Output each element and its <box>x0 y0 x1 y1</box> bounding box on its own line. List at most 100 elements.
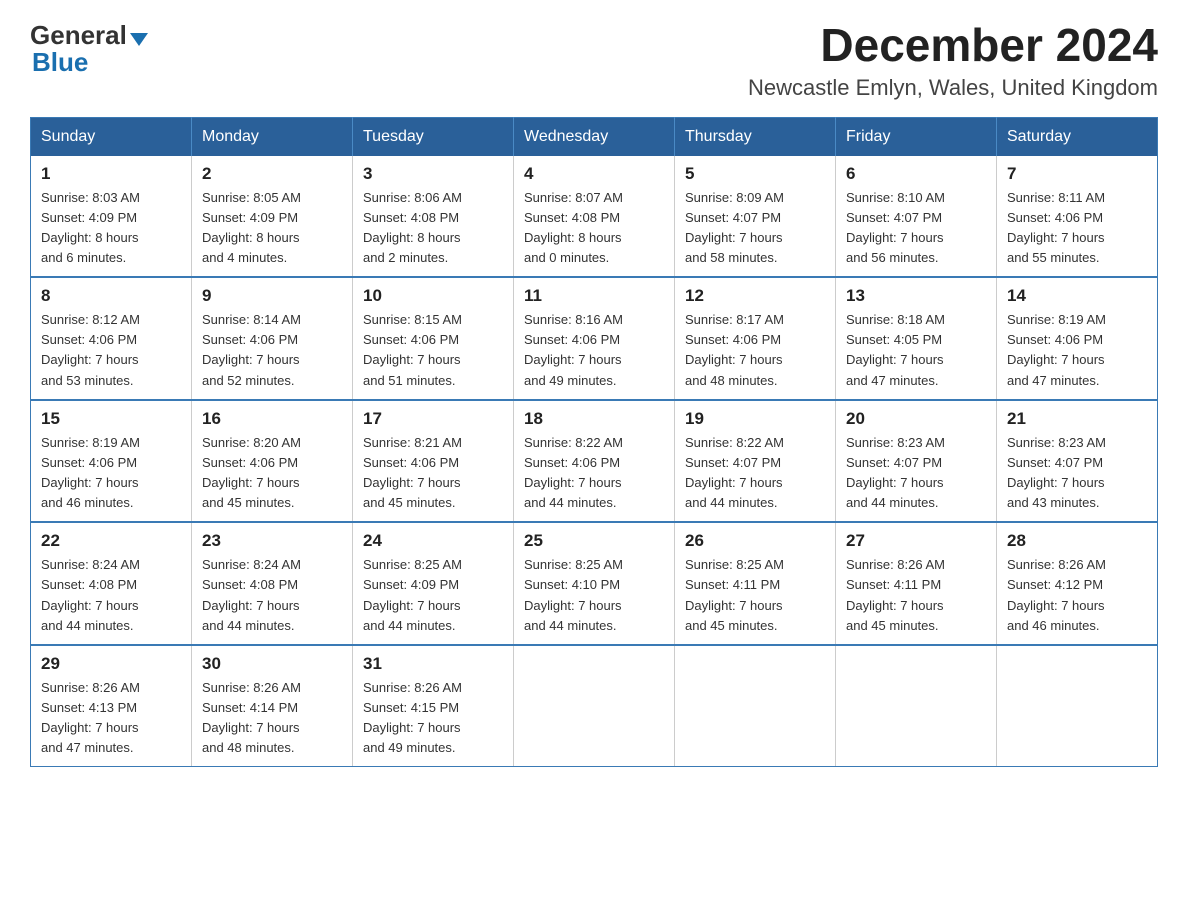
day-info: Sunrise: 8:19 AMSunset: 4:06 PMDaylight:… <box>1007 312 1106 387</box>
weekday-header-thursday: Thursday <box>675 117 836 156</box>
day-info: Sunrise: 8:23 AMSunset: 4:07 PMDaylight:… <box>846 435 945 510</box>
day-info: Sunrise: 8:10 AMSunset: 4:07 PMDaylight:… <box>846 190 945 265</box>
day-info: Sunrise: 8:07 AMSunset: 4:08 PMDaylight:… <box>524 190 623 265</box>
calendar-cell: 6 Sunrise: 8:10 AMSunset: 4:07 PMDayligh… <box>836 156 997 278</box>
calendar-week-row: 15 Sunrise: 8:19 AMSunset: 4:06 PMDaylig… <box>31 400 1158 523</box>
calendar-cell: 18 Sunrise: 8:22 AMSunset: 4:06 PMDaylig… <box>514 400 675 523</box>
day-info: Sunrise: 8:22 AMSunset: 4:06 PMDaylight:… <box>524 435 623 510</box>
page-header: G eneral Blue December 2024 Newcastle Em… <box>30 20 1158 101</box>
logo-blue-text: Blue <box>30 47 148 78</box>
calendar-cell: 16 Sunrise: 8:20 AMSunset: 4:06 PMDaylig… <box>192 400 353 523</box>
calendar-cell <box>675 645 836 767</box>
day-number: 4 <box>524 164 664 184</box>
day-info: Sunrise: 8:26 AMSunset: 4:14 PMDaylight:… <box>202 680 301 755</box>
calendar-cell: 8 Sunrise: 8:12 AMSunset: 4:06 PMDayligh… <box>31 277 192 400</box>
calendar-week-row: 1 Sunrise: 8:03 AMSunset: 4:09 PMDayligh… <box>31 156 1158 278</box>
day-number: 27 <box>846 531 986 551</box>
calendar-cell: 15 Sunrise: 8:19 AMSunset: 4:06 PMDaylig… <box>31 400 192 523</box>
day-info: Sunrise: 8:05 AMSunset: 4:09 PMDaylight:… <box>202 190 301 265</box>
day-info: Sunrise: 8:12 AMSunset: 4:06 PMDaylight:… <box>41 312 140 387</box>
calendar-cell: 24 Sunrise: 8:25 AMSunset: 4:09 PMDaylig… <box>353 522 514 645</box>
calendar-cell <box>514 645 675 767</box>
weekday-header-wednesday: Wednesday <box>514 117 675 156</box>
title-section: December 2024 Newcastle Emlyn, Wales, Un… <box>748 20 1158 101</box>
day-info: Sunrise: 8:22 AMSunset: 4:07 PMDaylight:… <box>685 435 784 510</box>
day-number: 31 <box>363 654 503 674</box>
day-number: 13 <box>846 286 986 306</box>
day-info: Sunrise: 8:24 AMSunset: 4:08 PMDaylight:… <box>202 557 301 632</box>
calendar-cell: 9 Sunrise: 8:14 AMSunset: 4:06 PMDayligh… <box>192 277 353 400</box>
day-info: Sunrise: 8:26 AMSunset: 4:12 PMDaylight:… <box>1007 557 1106 632</box>
day-number: 20 <box>846 409 986 429</box>
calendar-cell <box>997 645 1158 767</box>
day-info: Sunrise: 8:11 AMSunset: 4:06 PMDaylight:… <box>1007 190 1105 265</box>
calendar-cell: 19 Sunrise: 8:22 AMSunset: 4:07 PMDaylig… <box>675 400 836 523</box>
day-number: 22 <box>41 531 181 551</box>
day-number: 9 <box>202 286 342 306</box>
day-info: Sunrise: 8:25 AMSunset: 4:11 PMDaylight:… <box>685 557 784 632</box>
day-info: Sunrise: 8:24 AMSunset: 4:08 PMDaylight:… <box>41 557 140 632</box>
day-number: 2 <box>202 164 342 184</box>
weekday-header-row: SundayMondayTuesdayWednesdayThursdayFrid… <box>31 117 1158 156</box>
day-info: Sunrise: 8:03 AMSunset: 4:09 PMDaylight:… <box>41 190 140 265</box>
day-number: 1 <box>41 164 181 184</box>
calendar-cell: 4 Sunrise: 8:07 AMSunset: 4:08 PMDayligh… <box>514 156 675 278</box>
calendar-cell: 20 Sunrise: 8:23 AMSunset: 4:07 PMDaylig… <box>836 400 997 523</box>
calendar-cell: 30 Sunrise: 8:26 AMSunset: 4:14 PMDaylig… <box>192 645 353 767</box>
weekday-header-sunday: Sunday <box>31 117 192 156</box>
calendar-cell: 22 Sunrise: 8:24 AMSunset: 4:08 PMDaylig… <box>31 522 192 645</box>
day-info: Sunrise: 8:21 AMSunset: 4:06 PMDaylight:… <box>363 435 462 510</box>
logo-arrow-icon <box>130 33 148 46</box>
day-info: Sunrise: 8:16 AMSunset: 4:06 PMDaylight:… <box>524 312 623 387</box>
day-info: Sunrise: 8:20 AMSunset: 4:06 PMDaylight:… <box>202 435 301 510</box>
day-number: 24 <box>363 531 503 551</box>
calendar-table: SundayMondayTuesdayWednesdayThursdayFrid… <box>30 117 1158 768</box>
calendar-cell: 25 Sunrise: 8:25 AMSunset: 4:10 PMDaylig… <box>514 522 675 645</box>
day-info: Sunrise: 8:18 AMSunset: 4:05 PMDaylight:… <box>846 312 945 387</box>
day-number: 16 <box>202 409 342 429</box>
calendar-cell: 14 Sunrise: 8:19 AMSunset: 4:06 PMDaylig… <box>997 277 1158 400</box>
weekday-header-tuesday: Tuesday <box>353 117 514 156</box>
day-info: Sunrise: 8:09 AMSunset: 4:07 PMDaylight:… <box>685 190 784 265</box>
day-number: 15 <box>41 409 181 429</box>
day-info: Sunrise: 8:17 AMSunset: 4:06 PMDaylight:… <box>685 312 784 387</box>
day-info: Sunrise: 8:26 AMSunset: 4:13 PMDaylight:… <box>41 680 140 755</box>
calendar-cell: 12 Sunrise: 8:17 AMSunset: 4:06 PMDaylig… <box>675 277 836 400</box>
calendar-cell: 2 Sunrise: 8:05 AMSunset: 4:09 PMDayligh… <box>192 156 353 278</box>
day-info: Sunrise: 8:06 AMSunset: 4:08 PMDaylight:… <box>363 190 462 265</box>
day-number: 3 <box>363 164 503 184</box>
calendar-week-row: 29 Sunrise: 8:26 AMSunset: 4:13 PMDaylig… <box>31 645 1158 767</box>
calendar-cell: 10 Sunrise: 8:15 AMSunset: 4:06 PMDaylig… <box>353 277 514 400</box>
day-number: 6 <box>846 164 986 184</box>
calendar-cell: 3 Sunrise: 8:06 AMSunset: 4:08 PMDayligh… <box>353 156 514 278</box>
calendar-cell: 1 Sunrise: 8:03 AMSunset: 4:09 PMDayligh… <box>31 156 192 278</box>
calendar-cell: 7 Sunrise: 8:11 AMSunset: 4:06 PMDayligh… <box>997 156 1158 278</box>
calendar-cell: 17 Sunrise: 8:21 AMSunset: 4:06 PMDaylig… <box>353 400 514 523</box>
calendar-cell: 27 Sunrise: 8:26 AMSunset: 4:11 PMDaylig… <box>836 522 997 645</box>
calendar-cell: 29 Sunrise: 8:26 AMSunset: 4:13 PMDaylig… <box>31 645 192 767</box>
day-number: 28 <box>1007 531 1147 551</box>
calendar-week-row: 22 Sunrise: 8:24 AMSunset: 4:08 PMDaylig… <box>31 522 1158 645</box>
day-number: 19 <box>685 409 825 429</box>
logo: G eneral Blue <box>30 20 148 78</box>
weekday-header-monday: Monday <box>192 117 353 156</box>
day-info: Sunrise: 8:14 AMSunset: 4:06 PMDaylight:… <box>202 312 301 387</box>
day-number: 29 <box>41 654 181 674</box>
day-info: Sunrise: 8:15 AMSunset: 4:06 PMDaylight:… <box>363 312 462 387</box>
day-number: 21 <box>1007 409 1147 429</box>
weekday-header-saturday: Saturday <box>997 117 1158 156</box>
day-number: 23 <box>202 531 342 551</box>
day-number: 17 <box>363 409 503 429</box>
calendar-cell: 11 Sunrise: 8:16 AMSunset: 4:06 PMDaylig… <box>514 277 675 400</box>
day-number: 11 <box>524 286 664 306</box>
day-number: 10 <box>363 286 503 306</box>
calendar-cell: 23 Sunrise: 8:24 AMSunset: 4:08 PMDaylig… <box>192 522 353 645</box>
calendar-cell: 31 Sunrise: 8:26 AMSunset: 4:15 PMDaylig… <box>353 645 514 767</box>
day-number: 5 <box>685 164 825 184</box>
day-number: 12 <box>685 286 825 306</box>
day-info: Sunrise: 8:26 AMSunset: 4:11 PMDaylight:… <box>846 557 945 632</box>
calendar-title: December 2024 <box>748 20 1158 71</box>
day-info: Sunrise: 8:25 AMSunset: 4:09 PMDaylight:… <box>363 557 462 632</box>
day-number: 8 <box>41 286 181 306</box>
day-number: 26 <box>685 531 825 551</box>
